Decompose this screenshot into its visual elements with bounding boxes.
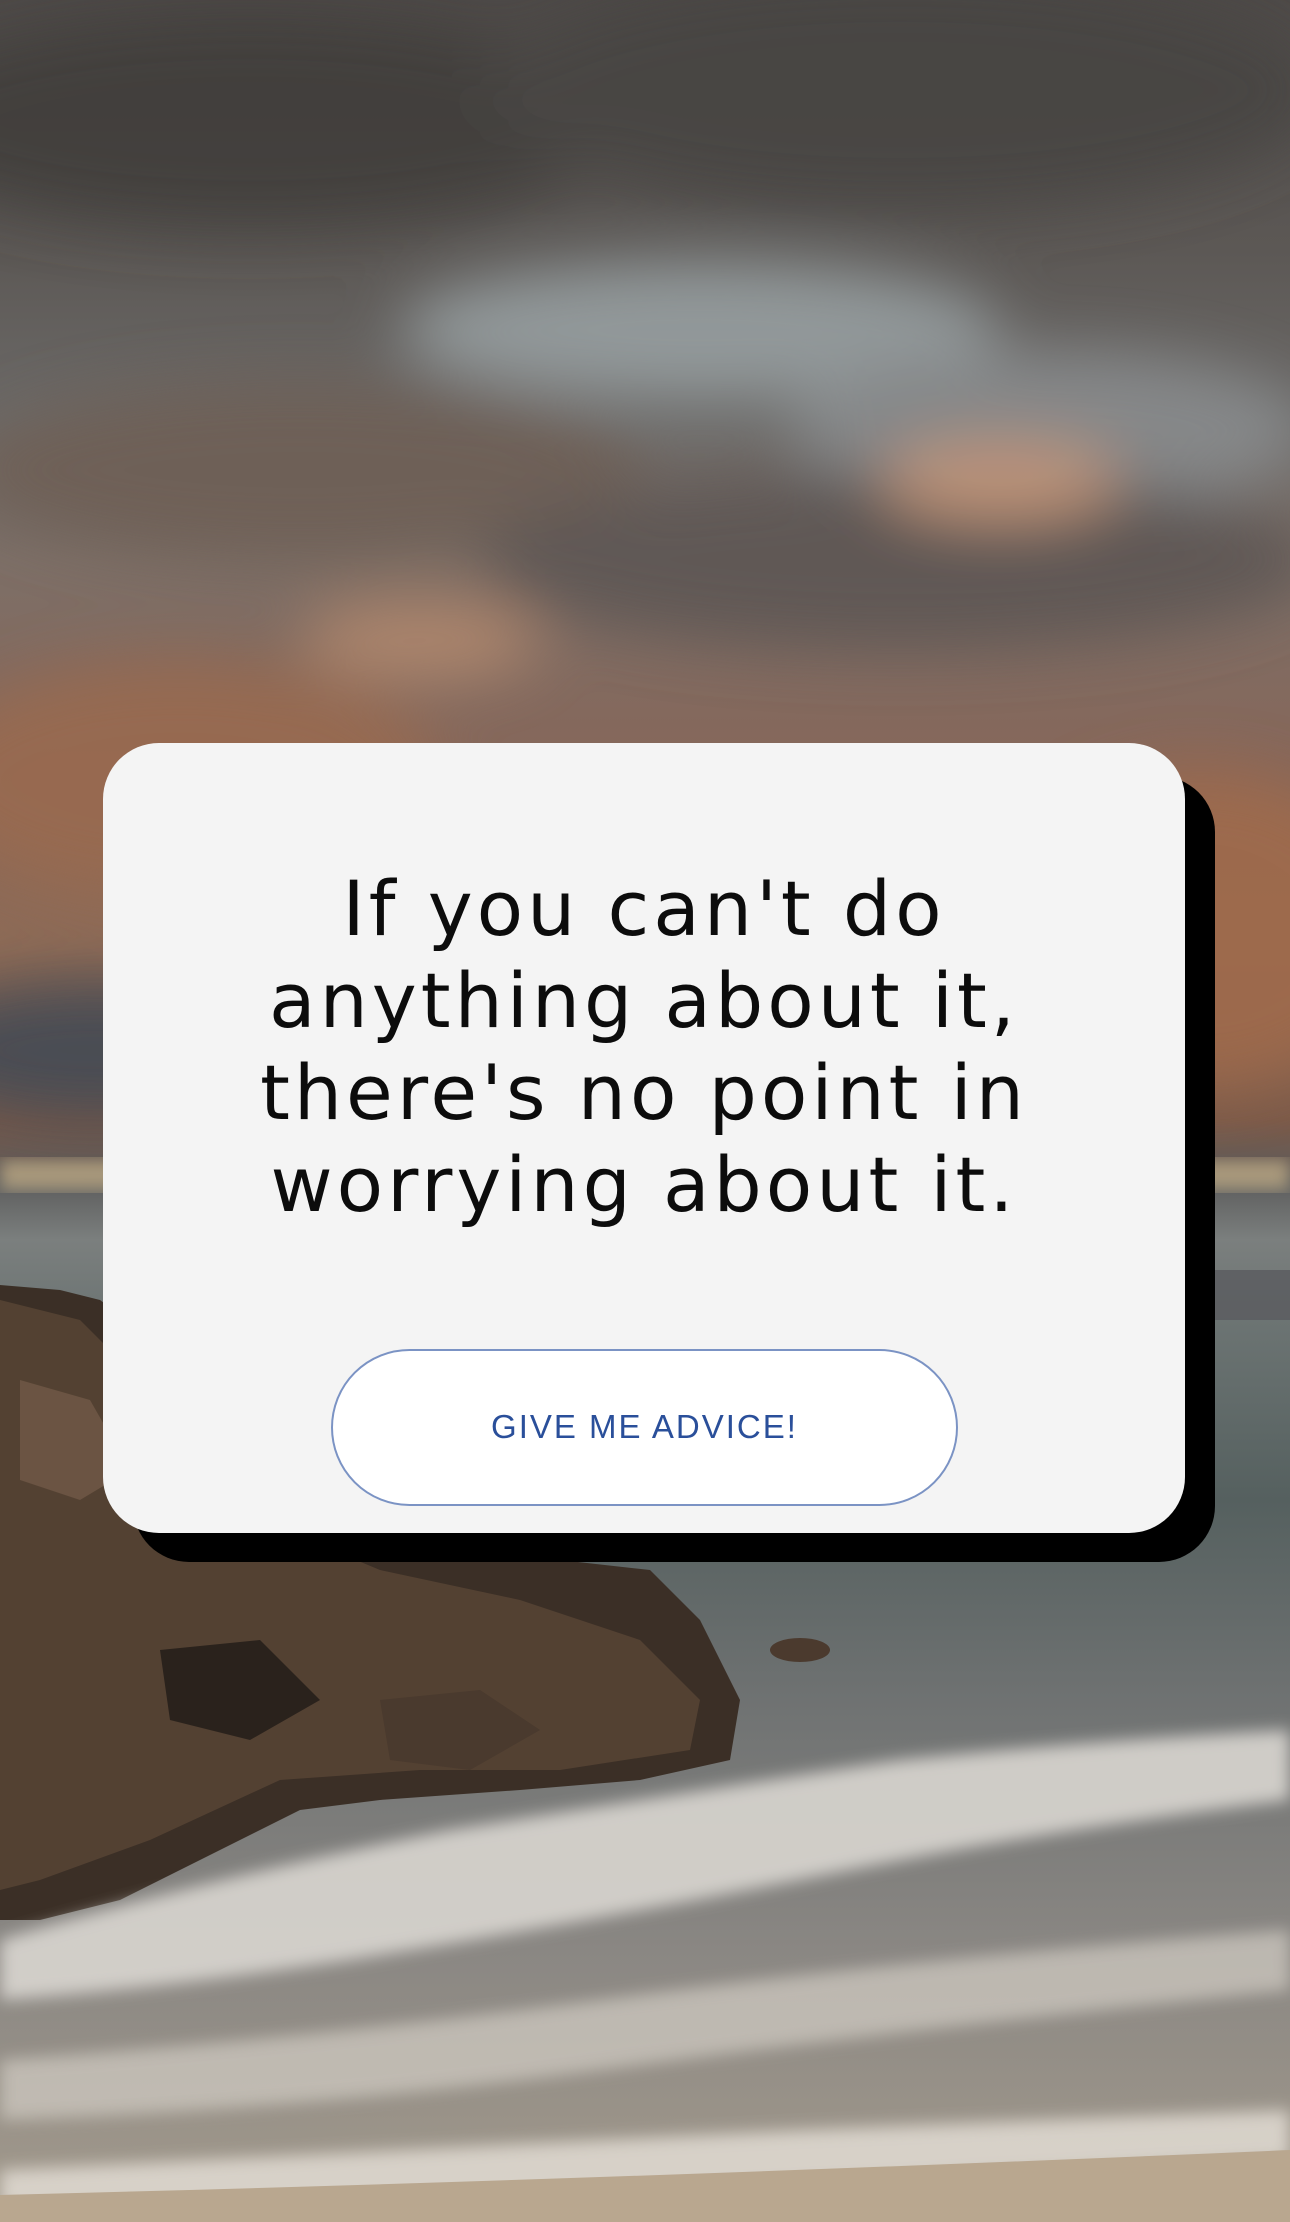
give-advice-button[interactable]: GIVE ME ADVICE! [331, 1349, 958, 1506]
advice-card: If you can't do anything about it, there… [103, 743, 1185, 1533]
advice-quote: If you can't do anything about it, there… [260, 864, 1028, 1229]
